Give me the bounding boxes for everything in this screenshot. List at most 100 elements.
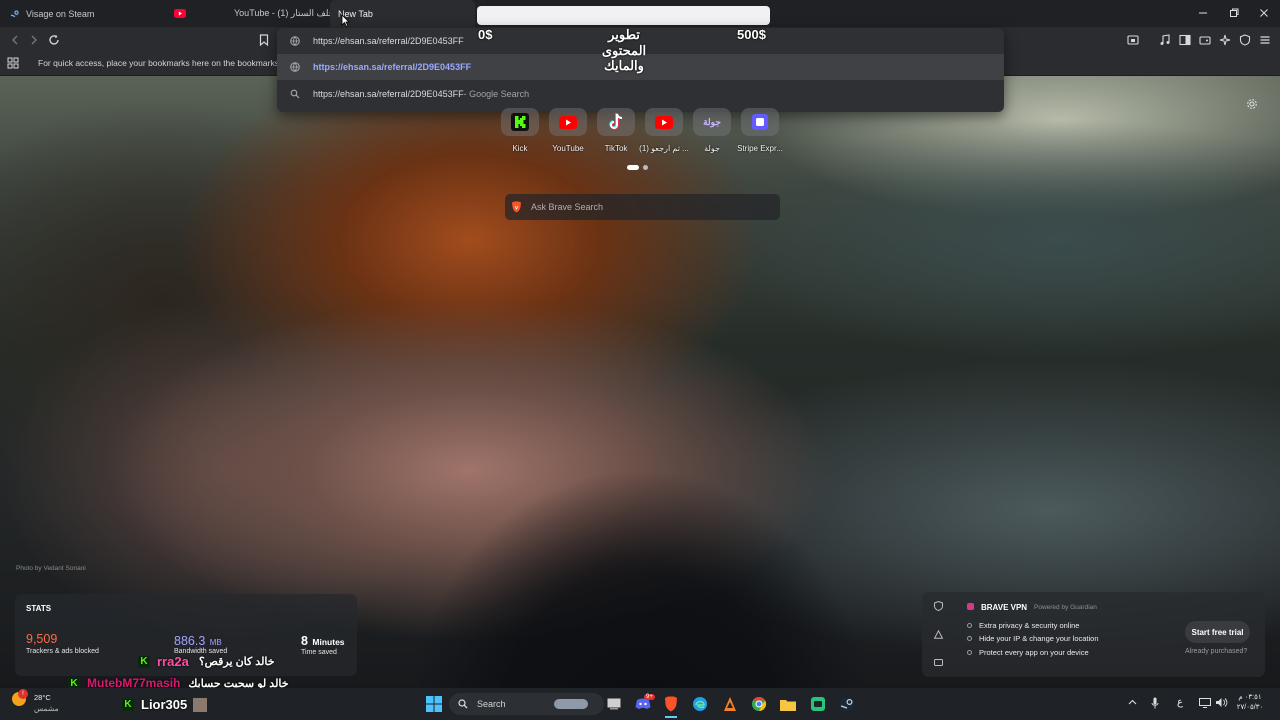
pager-dot-active[interactable] [627, 165, 639, 170]
jawla-logo-text: جولة [703, 116, 721, 127]
bookmark-icon[interactable] [256, 32, 272, 48]
network-icon[interactable] [1199, 698, 1211, 708]
windows-start-icon[interactable] [424, 694, 444, 714]
microphone-icon[interactable] [1151, 697, 1159, 709]
device-icon [934, 659, 943, 667]
kick-badge-icon: K [122, 698, 134, 711]
close-button[interactable] [1256, 6, 1272, 20]
vpn-already-purchased[interactable]: Already purchased? [1185, 648, 1247, 655]
jawla-icon: جولة [693, 108, 731, 136]
forward-icon[interactable] [26, 32, 42, 48]
top-site-tiktok[interactable]: TikTok [593, 108, 639, 153]
task-view-icon[interactable] [604, 694, 624, 714]
kick-badge-icon: K [138, 655, 150, 668]
tab-title: YouTube - خلف الستار (1) [234, 8, 335, 18]
discord-badge: 9+ [644, 694, 655, 700]
app-green-icon[interactable] [808, 694, 828, 714]
taskbar-search[interactable]: Search [449, 693, 604, 715]
vpn-shield-icon[interactable] [1237, 32, 1253, 48]
weather-temp: 28°C [34, 693, 51, 702]
check-icon [967, 623, 972, 628]
clock[interactable]: ٠٣:٥١ م ٢٧/٠٥/٣٠ [1232, 693, 1268, 713]
leo-ai-icon[interactable] [1217, 32, 1233, 48]
folder-icon[interactable] [778, 694, 798, 714]
taskbar-search-label: Search [477, 699, 506, 709]
trackers-label: Trackers & ads blocked [26, 648, 99, 655]
top-site-youtube-2[interactable]: (1) تم ارجعو ... [639, 108, 689, 153]
search-icon [458, 699, 468, 709]
youtube-icon [645, 108, 683, 136]
suggestion-text: https://ehsan.sa/referral/2D9E0453FF [313, 89, 464, 99]
top-site-jawla[interactable]: جولة جولة [689, 108, 735, 153]
gear-icon[interactable] [1246, 98, 1258, 110]
edge-icon[interactable] [690, 694, 710, 714]
steam-icon [10, 9, 20, 19]
goal-start-amount: 0$ [478, 27, 493, 42]
time-stat: 8 Minutes [301, 632, 345, 650]
brave-browser-icon[interactable] [661, 694, 681, 714]
search-icon [289, 89, 301, 99]
vpn-feature: Protect every app on your device [967, 648, 1089, 657]
vpn-feature: Hide your IP & change your location [967, 634, 1099, 643]
bandwidth-unit: MB [209, 638, 222, 647]
goal-end-amount: 500$ [737, 27, 766, 42]
chat-username: Lior305 [141, 697, 188, 712]
minimize-button[interactable] [1195, 6, 1211, 20]
mouse-cursor-icon [341, 14, 350, 27]
brave-lion-icon [511, 201, 522, 213]
steam-icon[interactable] [837, 694, 857, 714]
media-icon[interactable] [1157, 32, 1173, 48]
check-icon [967, 650, 972, 655]
youtube-icon [549, 108, 587, 136]
start-free-trial-button[interactable]: Start free trial [1185, 621, 1250, 643]
screenshot-icon[interactable] [1125, 32, 1141, 48]
omnibox-suggestion[interactable]: https://ehsan.sa/referral/2D9E0453FF - G… [277, 81, 1004, 107]
brave-search-box[interactable] [505, 194, 780, 220]
tiktok-icon [597, 108, 635, 136]
tab-new-tab[interactable]: New Tab [330, 0, 475, 27]
photo-credit[interactable]: Photo by Vedant Sonani [16, 565, 86, 572]
top-site-stripe[interactable]: Stripe Expr... [737, 108, 783, 153]
chrome-icon[interactable] [749, 694, 769, 714]
brave-search-input[interactable] [531, 202, 761, 212]
stream-overlay-bar [477, 6, 770, 25]
app-a-icon[interactable] [720, 694, 740, 714]
top-site-kick[interactable]: Kick [497, 108, 543, 153]
top-site-youtube[interactable]: YouTube [545, 108, 591, 153]
top-site-label: Kick [512, 144, 528, 153]
menu-icon[interactable] [1257, 32, 1273, 48]
clock-date: ٢٧/٠٥/٣٠ [1236, 704, 1264, 711]
weather-alert-badge: ! [18, 689, 28, 699]
reload-icon[interactable] [46, 32, 62, 48]
vpn-feature-text: Hide your IP & change your location [979, 634, 1099, 643]
volume-icon[interactable] [1215, 697, 1228, 708]
top-site-label: TikTok [604, 144, 628, 153]
goal-title: تطوير المحتوى والمايك [590, 27, 658, 74]
goal-title-line: تطوير [608, 27, 640, 42]
suggestion-url: https://ehsan.sa/referral/2D9E0453FF [313, 62, 472, 72]
chat-message: K rra2a خالد كان يرقص؟ [138, 654, 275, 669]
warning-icon [934, 630, 943, 639]
shield-icon [934, 601, 943, 611]
vpn-feature-text: Protect every app on your device [979, 648, 1089, 657]
top-site-label: YouTube [552, 144, 584, 153]
stripe-icon [741, 108, 779, 136]
input-language[interactable]: ع [1177, 697, 1183, 708]
active-app-indicator [665, 716, 677, 718]
pager-dot[interactable] [643, 165, 648, 170]
tab-visage-on-steam[interactable]: Visage on Steam [0, 0, 160, 27]
tab-title: Visage on Steam [26, 8, 95, 19]
sidebar-icon[interactable] [1177, 32, 1193, 48]
goal-title-line: المحتوى [601, 42, 647, 58]
chevron-up-icon[interactable] [1128, 699, 1137, 705]
tab-youtube[interactable]: YouTube - خلف الستار (1) [164, 0, 334, 27]
vpn-logo-icon [967, 603, 974, 610]
maximize-button[interactable] [1226, 6, 1242, 20]
apps-grid-icon[interactable] [7, 57, 19, 69]
emote-icon [193, 697, 208, 712]
stats-title: STATS [26, 604, 52, 613]
back-icon[interactable] [7, 32, 23, 48]
chat-message: K Lior305 [122, 697, 208, 712]
globe-icon [289, 36, 301, 46]
wallet-icon[interactable] [1197, 32, 1213, 48]
